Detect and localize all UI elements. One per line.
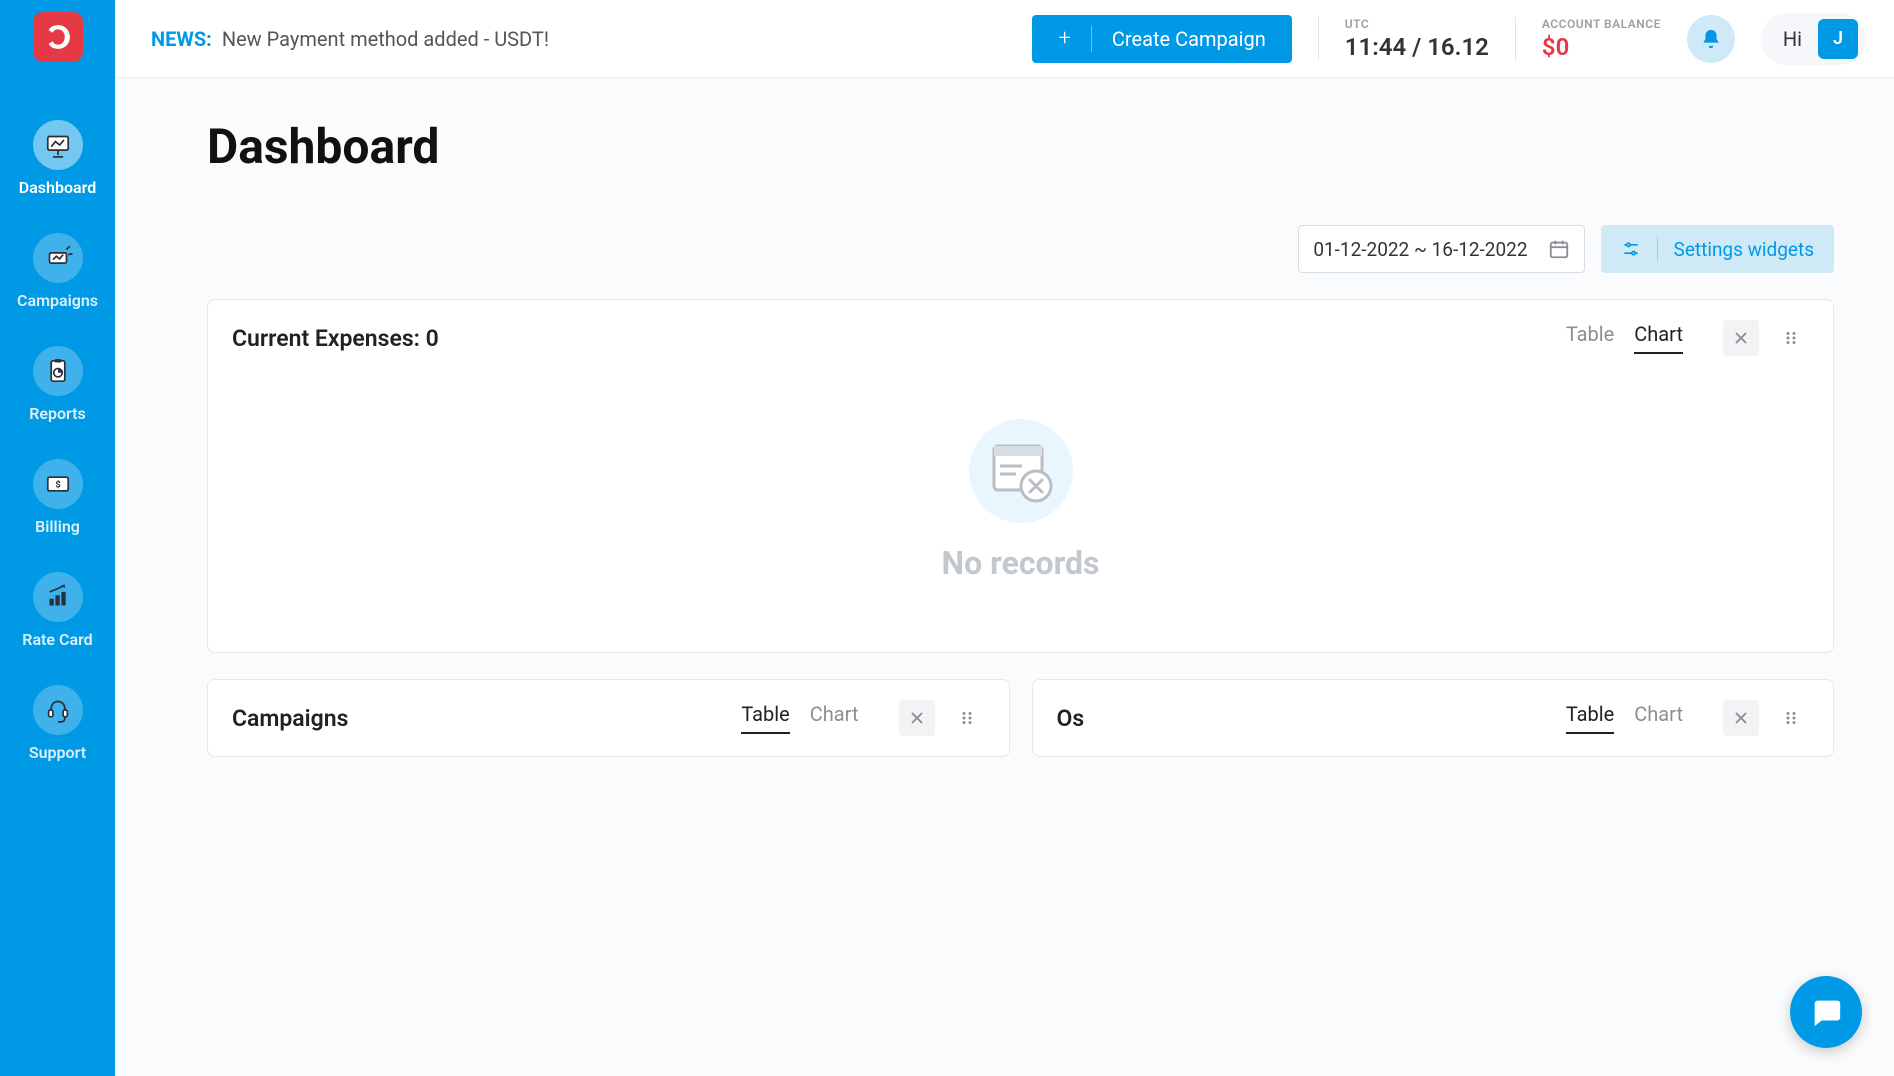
widget-remove-button[interactable] bbox=[1723, 700, 1759, 736]
sidebar-item-label: Dashboard bbox=[19, 178, 96, 197]
date-range-value: 01-12-2022 ~ 16-12-2022 bbox=[1313, 238, 1527, 261]
sidebar-item-campaigns[interactable]: Campaigns bbox=[0, 215, 115, 328]
utc-label: UTC bbox=[1345, 17, 1489, 31]
settings-widgets-label: Settings widgets bbox=[1674, 238, 1814, 261]
balance-label: ACCOUNT BALANCE bbox=[1542, 17, 1661, 31]
sidebar: Dashboard Campaigns Reports $ Billing Ra… bbox=[0, 0, 115, 1076]
tab-chart[interactable]: Chart bbox=[810, 702, 859, 734]
user-menu[interactable]: Hi J bbox=[1761, 13, 1866, 65]
sidebar-item-label: Reports bbox=[29, 404, 86, 423]
news-text: New Payment method added - USDT! bbox=[222, 27, 549, 51]
widget-campaigns: Campaigns Table Chart bbox=[207, 679, 1010, 757]
topbar: NEWS: New Payment method added - USDT! +… bbox=[115, 0, 1894, 78]
bar-growth-icon bbox=[33, 572, 83, 622]
headset-icon bbox=[33, 685, 83, 735]
sidebar-item-label: Billing bbox=[35, 517, 80, 536]
close-icon bbox=[1732, 709, 1750, 727]
news-label: NEWS: bbox=[151, 27, 212, 51]
tab-chart[interactable]: Chart bbox=[1634, 322, 1683, 354]
utc-clock: UTC 11:44 / 16.12 bbox=[1345, 17, 1489, 61]
sidebar-item-reports[interactable]: Reports bbox=[0, 328, 115, 441]
empty-caption: No records bbox=[942, 544, 1100, 582]
user-greeting: Hi bbox=[1783, 27, 1802, 51]
tab-table[interactable]: Table bbox=[1566, 322, 1614, 354]
sidebar-item-dashboard[interactable]: Dashboard bbox=[0, 102, 115, 215]
widget-remove-button[interactable] bbox=[1723, 320, 1759, 356]
create-campaign-button[interactable]: + Create Campaign bbox=[1032, 15, 1291, 63]
notifications-button[interactable] bbox=[1687, 15, 1735, 63]
widget-os: Os Table Chart bbox=[1032, 679, 1835, 757]
sidebar-item-rate-card[interactable]: Rate Card bbox=[0, 554, 115, 667]
sidebar-item-label: Support bbox=[29, 743, 86, 762]
balance-value: $0 bbox=[1542, 33, 1661, 61]
widget-drag-handle[interactable] bbox=[1773, 320, 1809, 356]
tab-table[interactable]: Table bbox=[741, 702, 789, 734]
avatar: J bbox=[1818, 19, 1858, 59]
tab-table[interactable]: Table bbox=[1566, 702, 1614, 734]
empty-state: No records bbox=[232, 356, 1809, 632]
page-title: Dashboard bbox=[207, 118, 1834, 175]
sliders-icon bbox=[1621, 239, 1641, 259]
widget-current-expenses: Current Expenses: 0 Table Chart bbox=[207, 299, 1834, 653]
utc-time: 11:44 / 16.12 bbox=[1345, 33, 1489, 61]
bell-icon bbox=[1700, 28, 1722, 50]
no-records-icon bbox=[966, 416, 1076, 526]
sidebar-item-label: Rate Card bbox=[22, 630, 92, 649]
create-campaign-label: Create Campaign bbox=[1112, 27, 1266, 51]
chat-icon bbox=[1809, 995, 1843, 1029]
grip-icon bbox=[1782, 329, 1800, 347]
clipboard-pie-icon bbox=[33, 346, 83, 396]
widget-title: Current Expenses: 0 bbox=[232, 325, 1546, 352]
account-balance: ACCOUNT BALANCE $0 bbox=[1542, 17, 1661, 61]
svg-text:$: $ bbox=[55, 479, 60, 490]
sidebar-item-support[interactable]: Support bbox=[0, 667, 115, 780]
dollar-card-icon: $ bbox=[33, 459, 83, 509]
tab-chart[interactable]: Chart bbox=[1634, 702, 1683, 734]
widget-drag-handle[interactable] bbox=[1773, 700, 1809, 736]
close-icon bbox=[908, 709, 926, 727]
date-range-picker[interactable]: 01-12-2022 ~ 16-12-2022 bbox=[1298, 225, 1584, 273]
widget-drag-handle[interactable] bbox=[949, 700, 985, 736]
news-banner[interactable]: NEWS: New Payment method added - USDT! bbox=[151, 27, 549, 51]
chat-fab[interactable] bbox=[1790, 976, 1862, 1048]
grip-icon bbox=[1782, 709, 1800, 727]
sidebar-item-label: Campaigns bbox=[17, 291, 98, 310]
widget-remove-button[interactable] bbox=[899, 700, 935, 736]
plus-icon: + bbox=[1058, 26, 1070, 51]
app-logo[interactable] bbox=[33, 12, 83, 62]
settings-widgets-button[interactable]: Settings widgets bbox=[1601, 225, 1834, 273]
close-icon bbox=[1732, 329, 1750, 347]
broadcast-icon bbox=[33, 233, 83, 283]
grip-icon bbox=[958, 709, 976, 727]
calendar-icon bbox=[1548, 238, 1570, 260]
widget-title: Campaigns bbox=[232, 705, 721, 732]
widget-title: Os bbox=[1057, 705, 1546, 732]
sidebar-item-billing[interactable]: $ Billing bbox=[0, 441, 115, 554]
presentation-chart-icon bbox=[33, 120, 83, 170]
